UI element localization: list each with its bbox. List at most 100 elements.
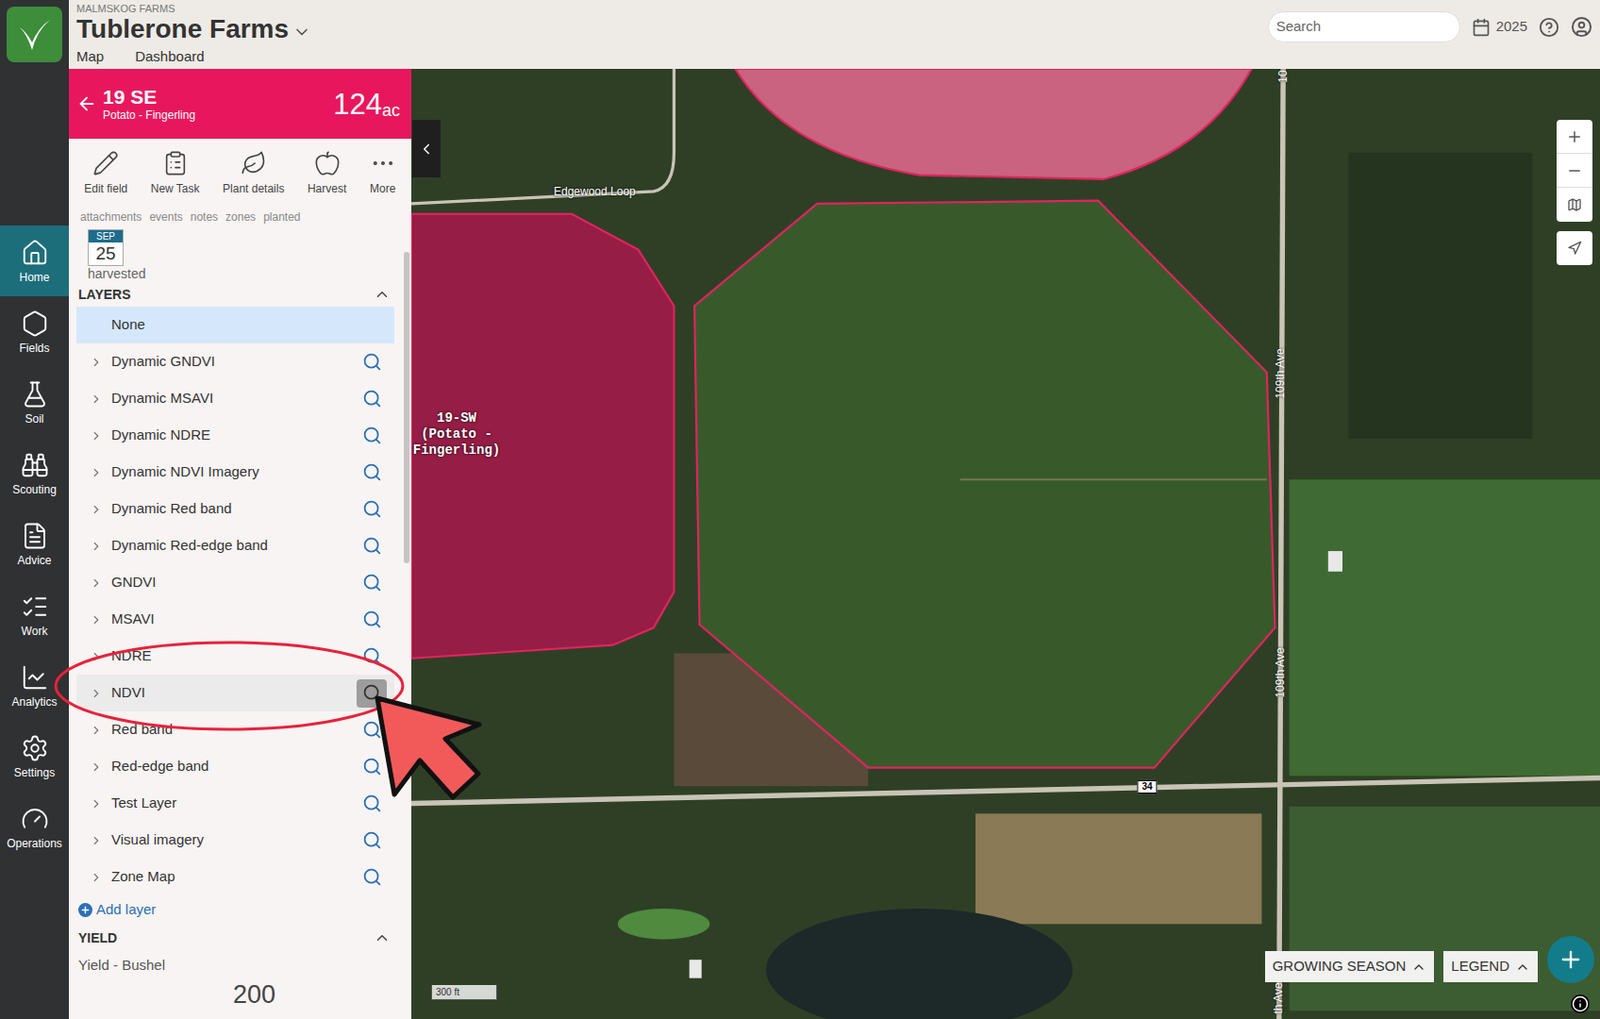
- add-button[interactable]: [1547, 935, 1595, 984]
- collapse-panel-button[interactable]: [412, 119, 441, 178]
- layers-header[interactable]: LAYERS: [76, 282, 395, 307]
- map[interactable]: 19-SW(Potato -Fingerling)Edgewood Loop10…: [411, 68, 1600, 1019]
- layer-row[interactable]: Dynamic Red band: [76, 490, 395, 528]
- user-icon[interactable]: [1570, 16, 1593, 38]
- nav-item[interactable]: Scouting: [0, 437, 69, 509]
- scrollbar[interactable]: [401, 225, 412, 1019]
- layer-row[interactable]: Zone Map: [76, 858, 395, 896]
- nav-item[interactable]: Work: [0, 579, 69, 650]
- zoom-button[interactable]: [356, 384, 387, 414]
- zoom-button[interactable]: [356, 532, 387, 561]
- layer-row[interactable]: Visual imagery: [76, 821, 395, 859]
- expand-icon[interactable]: [89, 466, 103, 480]
- expand-icon[interactable]: [89, 539, 103, 553]
- add-layer-button[interactable]: Add layer: [76, 895, 395, 924]
- zoom-button[interactable]: [356, 642, 387, 671]
- toolbar-button[interactable]: Edit field: [83, 150, 128, 198]
- expand-icon[interactable]: [89, 650, 103, 664]
- back-icon[interactable]: [76, 93, 98, 115]
- zoom-button[interactable]: [356, 348, 387, 377]
- info-button[interactable]: [1570, 994, 1590, 1014]
- toolbar-button[interactable]: New Task: [150, 150, 200, 198]
- toolbar-button[interactable]: Harvest: [307, 150, 347, 198]
- zoom-button[interactable]: [356, 863, 387, 892]
- layer-row[interactable]: NDRE: [76, 637, 395, 675]
- sub-tab[interactable]: attachments: [80, 211, 142, 223]
- road-label: Edgewood Loop: [553, 185, 636, 198]
- expand-icon[interactable]: [89, 797, 103, 811]
- zoom-button[interactable]: [356, 752, 387, 782]
- layer-row[interactable]: MSAVI: [76, 600, 395, 638]
- farm-selector[interactable]: Tublerone Farms: [76, 14, 312, 45]
- zoom-button[interactable]: [356, 826, 387, 855]
- sub-tab[interactable]: events: [149, 211, 183, 223]
- nav-item[interactable]: Analytics: [0, 650, 69, 721]
- sub-tab[interactable]: planted: [263, 211, 300, 223]
- map-toggle-button[interactable]: GROWING SEASON: [1265, 950, 1435, 983]
- expand-icon[interactable]: [89, 686, 103, 700]
- nav-item[interactable]: Advice: [0, 508, 69, 580]
- toolbar-button[interactable]: Plant details: [222, 150, 284, 198]
- sub-tab[interactable]: notes: [190, 211, 218, 223]
- expand-icon[interactable]: [89, 502, 103, 517]
- layer-row[interactable]: None: [76, 306, 395, 344]
- yield-header[interactable]: YIELD: [76, 923, 395, 952]
- layer-row[interactable]: Dynamic GNDVI: [76, 343, 395, 381]
- minus-icon: [1566, 162, 1584, 180]
- zoom-button[interactable]: [356, 716, 387, 745]
- search-icon: [362, 388, 383, 409]
- field-toolbar: Edit field New Task Plant details Harvest Mo…: [68, 138, 412, 209]
- field-panel: 19 SEPotato - Fingerling124acEdit fieldN…: [68, 68, 412, 1019]
- zoom-button[interactable]: [356, 568, 387, 598]
- expand-icon[interactable]: [89, 355, 103, 369]
- sub-tab[interactable]: zones: [225, 211, 256, 223]
- zoom-in-button[interactable]: [1556, 119, 1593, 154]
- expand-icon[interactable]: [89, 576, 103, 590]
- layer-row[interactable]: Red band: [76, 711, 395, 749]
- map-toggle-button[interactable]: LEGEND: [1443, 950, 1538, 983]
- layer-row[interactable]: GNDVI: [76, 564, 395, 601]
- expand-icon[interactable]: [89, 870, 103, 884]
- expand-icon[interactable]: [89, 613, 103, 627]
- nav-item[interactable]: Home: [0, 225, 69, 297]
- nav-icon: [20, 450, 50, 480]
- logo[interactable]: [0, 0, 69, 69]
- layer-row[interactable]: Test Layer: [76, 784, 395, 822]
- zoom-button[interactable]: [356, 421, 387, 450]
- zoom-button[interactable]: [356, 458, 387, 487]
- expand-icon[interactable]: [89, 723, 103, 737]
- layer-row[interactable]: Dynamic NDRE: [76, 416, 395, 454]
- help-icon[interactable]: [1538, 16, 1560, 38]
- locate-button[interactable]: [1556, 231, 1593, 266]
- search-icon: [362, 793, 383, 814]
- expand-icon[interactable]: [89, 429, 103, 443]
- layer-label: Red band: [111, 718, 357, 741]
- nav-item[interactable]: Fields: [0, 296, 69, 367]
- nav-item[interactable]: Operations: [0, 791, 69, 863]
- zoom-button[interactable]: [356, 605, 387, 634]
- view-tab[interactable]: Dashboard: [134, 46, 204, 72]
- layer-row[interactable]: Dynamic NDVI Imagery: [76, 453, 395, 491]
- layer-row[interactable]: Dynamic MSAVI: [76, 380, 395, 417]
- search-field[interactable]: Search: [1267, 11, 1461, 43]
- nav-item[interactable]: Soil: [0, 366, 69, 438]
- expand-icon[interactable]: [89, 760, 103, 774]
- nav-icon: [20, 380, 50, 409]
- zoom-button[interactable]: [356, 495, 387, 524]
- info-icon: [1571, 995, 1589, 1013]
- layer-row[interactable]: Dynamic Red-edge band: [76, 527, 395, 565]
- zoom-button[interactable]: [356, 679, 387, 708]
- basemap-button[interactable]: [1556, 187, 1593, 222]
- plus-icon: [80, 904, 91, 916]
- view-tab[interactable]: Map: [76, 46, 104, 72]
- expand-icon[interactable]: [89, 392, 103, 406]
- zoom-button[interactable]: [356, 789, 387, 818]
- layer-row[interactable]: NDVI: [76, 674, 395, 712]
- zoom-out-button[interactable]: [1556, 153, 1593, 188]
- season-picker[interactable]: 2025: [1471, 16, 1528, 38]
- layer-row[interactable]: Red-edge band: [76, 748, 395, 785]
- locate-icon: [1566, 240, 1583, 256]
- expand-icon[interactable]: [89, 833, 103, 848]
- nav-item[interactable]: Settings: [0, 720, 69, 792]
- toolbar-button[interactable]: More: [369, 150, 397, 198]
